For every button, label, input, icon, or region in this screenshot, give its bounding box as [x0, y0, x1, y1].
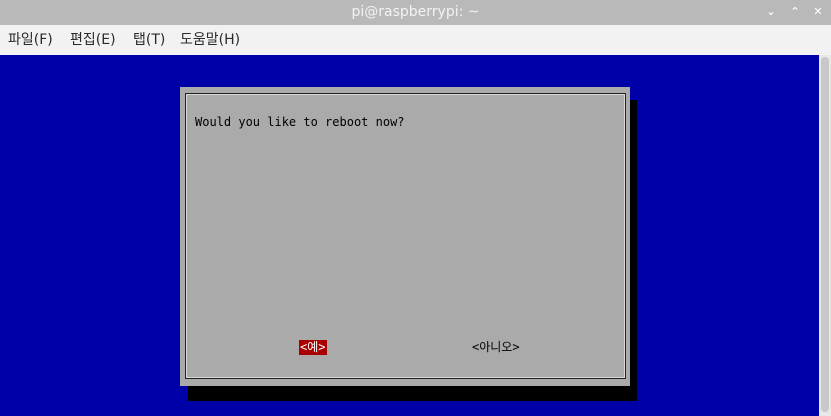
- menu-file[interactable]: 파일(F): [8, 31, 53, 49]
- reboot-dialog: Would you like to reboot now? <예> <아니오>: [180, 87, 630, 386]
- menu-bar: 파일(F) 편집(E) 탭(T) 도움말(H): [0, 25, 831, 55]
- no-button[interactable]: <아니오>: [472, 340, 520, 355]
- scrollbar[interactable]: [819, 55, 831, 416]
- window-titlebar[interactable]: pi@raspberrypi: ~ ⌄ ⌃ ✕: [0, 0, 831, 25]
- minimize-icon[interactable]: ⌄: [761, 3, 781, 21]
- scrollbar-thumb[interactable]: [821, 57, 829, 412]
- close-icon[interactable]: ✕: [808, 3, 828, 21]
- menu-help[interactable]: 도움말(H): [180, 31, 240, 49]
- window-title: pi@raspberrypi: ~: [351, 4, 480, 20]
- maximize-icon[interactable]: ⌃: [785, 3, 805, 21]
- dialog-question: Would you like to reboot now?: [195, 115, 405, 129]
- dialog-frame: [185, 93, 626, 379]
- yes-button[interactable]: <예>: [299, 340, 327, 355]
- menu-edit[interactable]: 편집(E): [70, 31, 116, 49]
- menu-tabs[interactable]: 탭(T): [133, 31, 165, 49]
